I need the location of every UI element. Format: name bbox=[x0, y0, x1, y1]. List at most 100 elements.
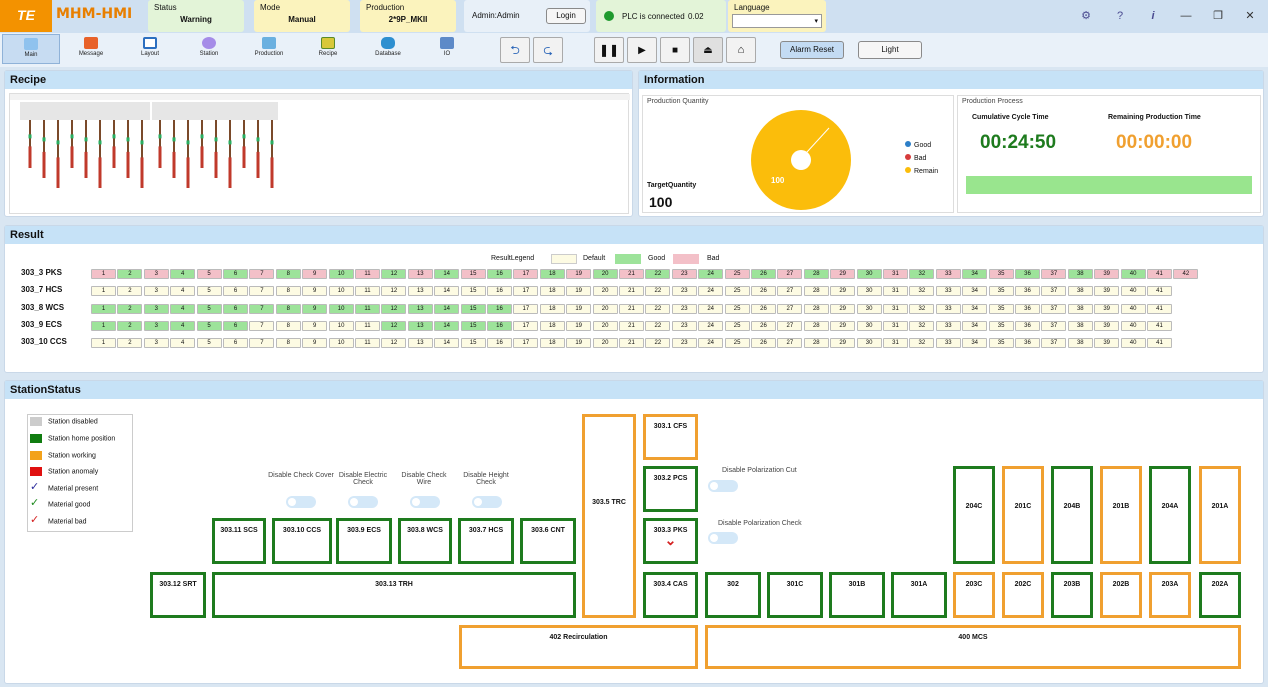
toggle-disable-height-check[interactable] bbox=[472, 496, 502, 508]
language-select[interactable]: ▾ bbox=[732, 14, 822, 28]
station-301a[interactable]: 301A bbox=[891, 572, 947, 618]
result-cell: 16 bbox=[487, 286, 512, 296]
station-303-5-trc[interactable]: 303.5 TRC bbox=[582, 414, 636, 618]
nav-main[interactable]: Main bbox=[2, 34, 60, 64]
info-icon[interactable]: i bbox=[1143, 7, 1163, 25]
station-301b[interactable]: 301B bbox=[829, 572, 885, 618]
station-201a[interactable]: 201A bbox=[1199, 466, 1241, 564]
minimize-icon[interactable]: — bbox=[1176, 7, 1196, 25]
home-button[interactable]: ⌂ bbox=[726, 37, 756, 63]
station-303-2-pcs[interactable]: 303.2 PCS bbox=[643, 466, 698, 512]
result-cell: 31 bbox=[883, 338, 908, 348]
station-303-11-scs[interactable]: 303.11 SCS bbox=[212, 518, 266, 564]
station-402-recirculation[interactable]: 402 Recirculation bbox=[459, 625, 698, 669]
station-303-3-pks[interactable]: 303.3 PKS ⌄ bbox=[643, 518, 698, 564]
result-cell: 5 bbox=[196, 269, 222, 279]
station-303-9-ecs[interactable]: 303.9 ECS bbox=[336, 518, 392, 564]
help-icon[interactable]: ? bbox=[1110, 7, 1130, 25]
toggle-disable-electric-check[interactable] bbox=[348, 496, 378, 508]
nav-layout[interactable]: Layout bbox=[121, 34, 179, 64]
toggle-disable-polarization-check[interactable] bbox=[708, 532, 738, 544]
toggle-disable-check-cover[interactable] bbox=[286, 496, 316, 508]
station-203b[interactable]: 203B bbox=[1051, 572, 1093, 618]
nav-station[interactable]: Station bbox=[180, 34, 238, 64]
status-box: Status Warning bbox=[148, 0, 244, 32]
nav-production[interactable]: Production bbox=[240, 34, 298, 64]
result-cell: 17 bbox=[513, 286, 539, 296]
station-303-1-cfs[interactable]: 303.1 CFS bbox=[643, 414, 698, 460]
station-204a[interactable]: 204A bbox=[1149, 466, 1191, 564]
legend-remain-label: Remain bbox=[914, 168, 939, 175]
result-cell: 5 bbox=[196, 286, 222, 296]
result-cell: 15 bbox=[460, 269, 486, 279]
result-cell: 27 bbox=[777, 269, 803, 279]
toggle-pol-cut-label: Disable Polarization Cut bbox=[722, 467, 797, 474]
legend-bad: Bad bbox=[905, 154, 926, 162]
station-202b[interactable]: 202B bbox=[1100, 572, 1142, 618]
station-label: 201B bbox=[1112, 503, 1130, 510]
station-201b[interactable]: 201B bbox=[1100, 466, 1142, 564]
station-301c[interactable]: 301C bbox=[767, 572, 823, 618]
result-cell: 16 bbox=[487, 269, 512, 279]
result-cell: 4 bbox=[170, 269, 196, 279]
station-204b[interactable]: 204B bbox=[1051, 466, 1093, 564]
result-cell: 35 bbox=[988, 338, 1014, 348]
nav-io[interactable]: IO bbox=[418, 34, 476, 64]
station-303-8-wcs[interactable]: 303.8 WCS bbox=[398, 518, 452, 564]
station-303-4-cas[interactable]: 303.4 CAS bbox=[643, 572, 698, 618]
station-303-7-hcs[interactable]: 303.7 HCS bbox=[458, 518, 514, 564]
status-value: Warning bbox=[180, 15, 212, 24]
result-cell: 25 bbox=[724, 286, 750, 296]
eject-button[interactable]: ⏏ bbox=[693, 37, 723, 63]
play-button[interactable]: ▶ bbox=[627, 37, 657, 63]
light-button[interactable]: Light bbox=[858, 41, 922, 59]
station-303-12-srt[interactable]: 303.12 SRT bbox=[150, 572, 206, 618]
close-icon[interactable]: ✕ bbox=[1240, 7, 1260, 25]
settings-icon[interactable]: ⚙ bbox=[1076, 7, 1096, 25]
alarm-reset-button[interactable]: Alarm Reset bbox=[780, 41, 844, 59]
user-box: Admin:Admin Login bbox=[464, 0, 590, 32]
result-cell: 18 bbox=[539, 269, 565, 279]
result-cell: 2 bbox=[117, 286, 143, 296]
nav-label: Main bbox=[24, 52, 38, 58]
chevron-down-icon: ▾ bbox=[814, 18, 818, 25]
layout-icon bbox=[143, 37, 157, 49]
result-cell: 10 bbox=[328, 286, 354, 296]
station-204c[interactable]: 204C bbox=[953, 466, 995, 564]
station-203c[interactable]: 203C bbox=[953, 572, 995, 618]
result-cell: 12 bbox=[381, 338, 407, 348]
station-400-mcs[interactable]: 400 MCS bbox=[705, 625, 1241, 669]
result-row-label: 303_8 WCS bbox=[21, 303, 65, 312]
result-cell: 42 bbox=[1173, 269, 1199, 279]
station-303-10-ccs[interactable]: 303.10 CCS bbox=[272, 518, 332, 564]
station-202a[interactable]: 202A bbox=[1199, 572, 1241, 618]
station-303-6-cnt[interactable]: 303.6 CNT bbox=[520, 518, 576, 564]
result-cell: 21 bbox=[619, 286, 644, 296]
station-202c[interactable]: 202C bbox=[1002, 572, 1044, 618]
station-203a[interactable]: 203A bbox=[1149, 572, 1191, 618]
redo-button[interactable]: ⮎ bbox=[533, 37, 563, 63]
nav-label: Message bbox=[78, 51, 104, 57]
login-button[interactable]: Login bbox=[546, 8, 586, 24]
station-303-13-trh[interactable]: 303.13 TRH bbox=[212, 572, 576, 618]
toggle-disable-polarization-cut[interactable] bbox=[708, 480, 738, 492]
result-cell: 21 bbox=[619, 269, 644, 279]
result-cell: 10 bbox=[328, 269, 354, 279]
result-cell: 1 bbox=[91, 321, 116, 331]
result-cell: 8 bbox=[275, 269, 301, 279]
nav-message[interactable]: Message bbox=[62, 34, 120, 64]
result-cell: 22 bbox=[645, 269, 671, 279]
station-201c[interactable]: 201C bbox=[1002, 466, 1044, 564]
station-302[interactable]: 302 bbox=[705, 572, 761, 618]
stop-button[interactable]: ■ bbox=[660, 37, 690, 63]
toggle-disable-check-wire[interactable] bbox=[410, 496, 440, 508]
undo-button[interactable]: ⮌ bbox=[500, 37, 530, 63]
result-cell: 26 bbox=[751, 304, 776, 314]
pause-button[interactable]: ❚❚ bbox=[594, 37, 624, 63]
result-cell: 35 bbox=[988, 286, 1014, 296]
maximize-icon[interactable]: ❐ bbox=[1208, 7, 1228, 25]
result-cell: 28 bbox=[803, 269, 829, 279]
result-cell: 39 bbox=[1094, 286, 1120, 296]
nav-recipe[interactable]: Recipe bbox=[299, 34, 357, 64]
nav-database[interactable]: Database bbox=[359, 34, 417, 64]
